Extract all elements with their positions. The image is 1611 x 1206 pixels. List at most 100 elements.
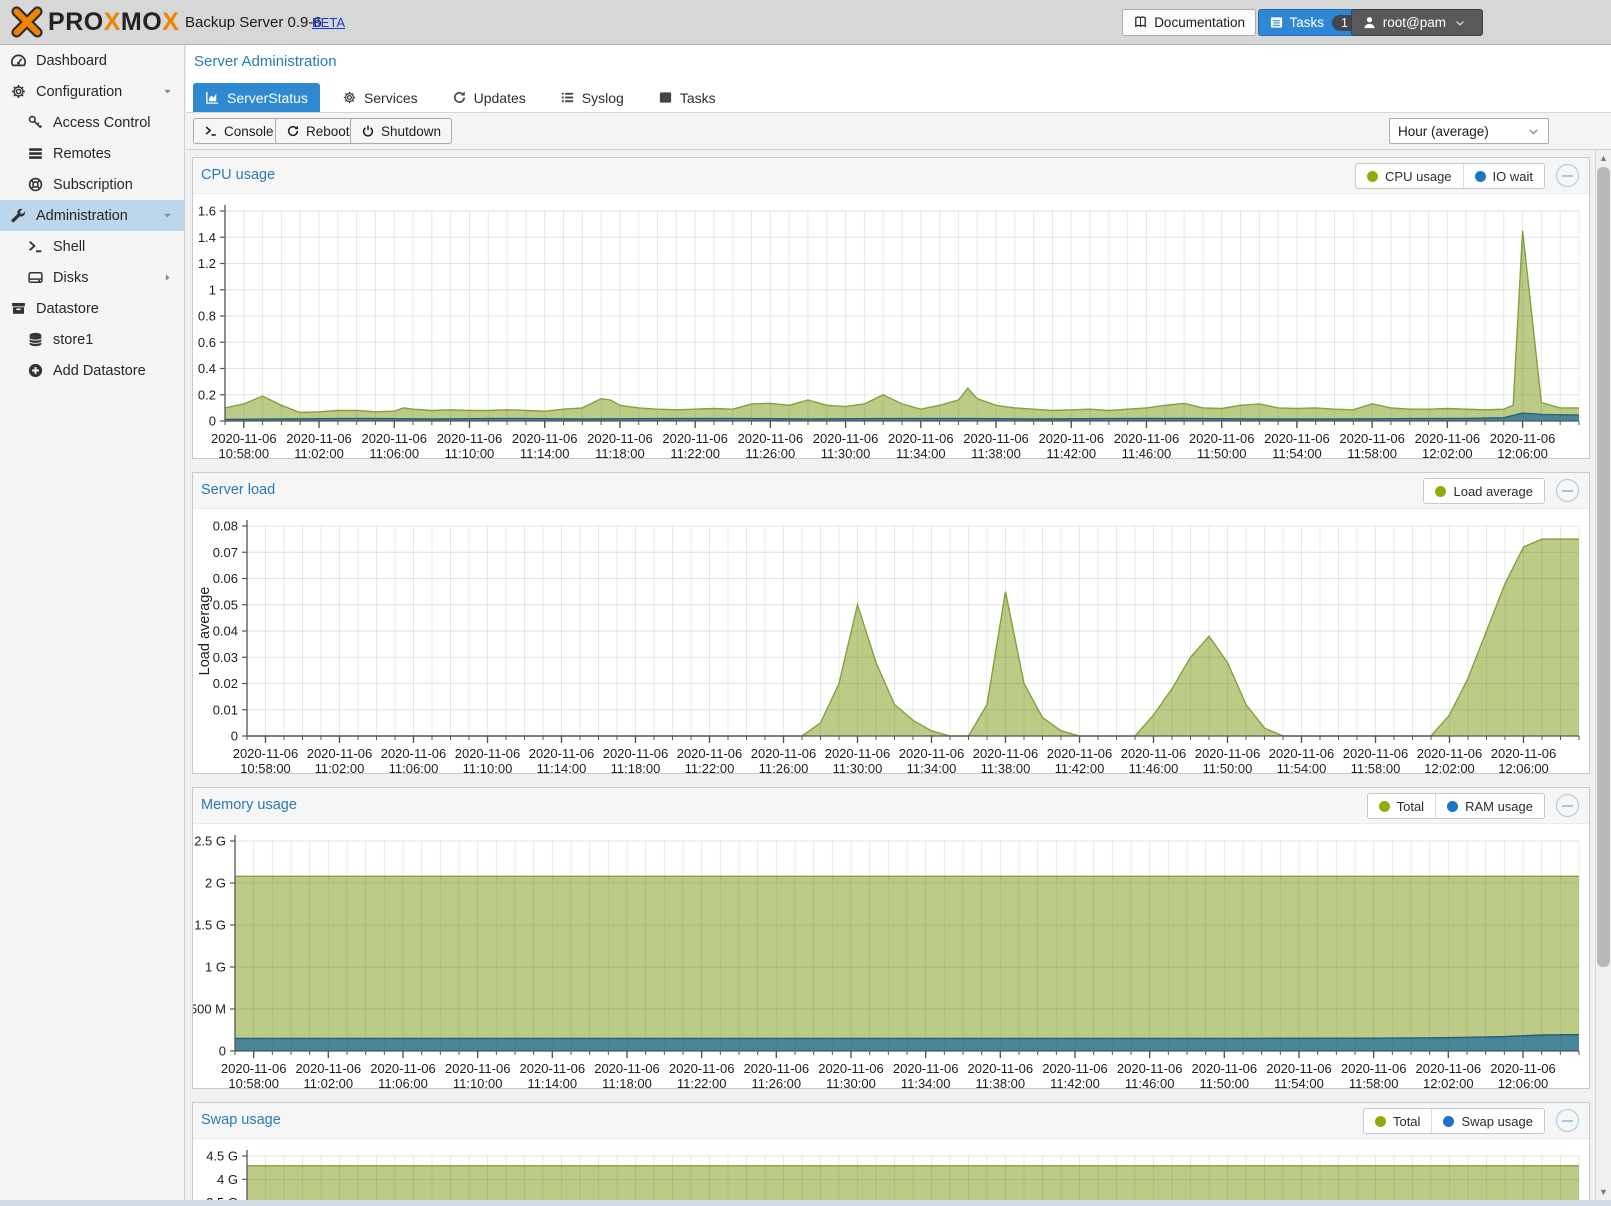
svg-text:11:18:00: 11:18:00 <box>602 1076 652 1088</box>
legend-entry[interactable]: Total <box>1364 1109 1431 1133</box>
svg-text:0.8: 0.8 <box>198 309 216 324</box>
legend-entry[interactable]: Load average <box>1424 479 1544 503</box>
tab-updates[interactable]: Updates <box>440 83 538 112</box>
sidebar-item-dashboard[interactable]: Dashboard <box>0 45 184 76</box>
documentation-button[interactable]: Documentation <box>1122 9 1256 36</box>
svg-text:11:26:00: 11:26:00 <box>752 1076 802 1088</box>
chart-legend: Load average <box>1423 478 1545 504</box>
sidebar-item-label: Shell <box>53 239 85 255</box>
legend-label: Total <box>1397 799 1424 814</box>
legend-entry[interactable]: CPU usage <box>1356 164 1462 188</box>
vertical-scrollbar[interactable]: ▲ ▼ <box>1595 150 1611 1200</box>
svg-text:2020-11-06: 2020-11-06 <box>381 746 447 761</box>
svg-text:11:42:00: 11:42:00 <box>1055 761 1105 773</box>
svg-text:12:06:00: 12:06:00 <box>1498 761 1549 773</box>
legend-entry[interactable]: IO wait <box>1463 164 1544 188</box>
shutdown-button[interactable]: Shutdown <box>350 118 452 144</box>
svg-text:2020-11-06: 2020-11-06 <box>1195 746 1261 761</box>
legend-entry[interactable]: RAM usage <box>1435 794 1544 818</box>
svg-text:11:42:00: 11:42:00 <box>1050 1076 1100 1088</box>
chart-area-icon <box>205 90 227 105</box>
user-menu-button[interactable]: root@pam <box>1351 9 1483 36</box>
svg-text:2020-11-06: 2020-11-06 <box>1038 431 1104 446</box>
legend-label: Swap usage <box>1461 1114 1533 1129</box>
sidebar-item-datastore[interactable]: Datastore <box>0 293 184 324</box>
tab-tasks[interactable]: Tasks <box>646 83 728 112</box>
svg-text:1.6: 1.6 <box>198 204 216 219</box>
scroll-down-arrow[interactable]: ▼ <box>1596 1184 1611 1200</box>
scrollbar-thumb[interactable] <box>1597 167 1610 967</box>
svg-text:2020-11-06: 2020-11-06 <box>1266 1061 1332 1076</box>
sidebar-item-access-control[interactable]: Access Control <box>0 107 184 138</box>
svg-text:11:10:00: 11:10:00 <box>463 761 513 773</box>
svg-text:2020-11-06: 2020-11-06 <box>1417 746 1483 761</box>
svg-text:11:02:00: 11:02:00 <box>294 446 344 458</box>
svg-text:2020-11-06: 2020-11-06 <box>888 431 954 446</box>
svg-text:12:02:00: 12:02:00 <box>1423 1076 1474 1088</box>
tab-services[interactable]: Services <box>330 83 430 112</box>
beta-link[interactable]: BETA <box>312 15 345 30</box>
svg-text:11:58:00: 11:58:00 <box>1351 761 1401 773</box>
console-button[interactable]: Console <box>193 118 285 144</box>
panel-cpu-usage: CPU usage CPU usageIO wait 00.20.40.60.8… <box>192 157 1590 459</box>
svg-text:2020-11-06: 2020-11-06 <box>1490 431 1556 446</box>
svg-text:11:22:00: 11:22:00 <box>685 761 735 773</box>
sidebar-item-administration[interactable]: Administration <box>0 200 184 231</box>
svg-text:2020-11-06: 2020-11-06 <box>361 431 427 446</box>
legend-dot <box>1443 1116 1454 1127</box>
svg-text:11:06:00: 11:06:00 <box>378 1076 428 1088</box>
tab-serverstatus[interactable]: ServerStatus <box>193 83 320 112</box>
reboot-button[interactable]: Reboot <box>275 118 361 144</box>
collapse-panel-icon[interactable] <box>1556 164 1579 187</box>
svg-text:2020-11-06: 2020-11-06 <box>512 431 578 446</box>
book-icon <box>1133 15 1148 30</box>
sidebar-item-label: Datastore <box>36 301 99 317</box>
svg-text:11:50:00: 11:50:00 <box>1200 1076 1250 1088</box>
svg-text:0: 0 <box>231 729 238 744</box>
panel-title: Memory usage <box>201 797 297 813</box>
svg-text:2020-11-06: 2020-11-06 <box>818 1061 884 1076</box>
time-range-select[interactable]: Hour (average) <box>1389 118 1549 144</box>
svg-text:2020-11-06: 2020-11-06 <box>1491 746 1557 761</box>
sidebar-item-configuration[interactable]: Configuration <box>0 76 184 107</box>
svg-text:2020-11-06: 2020-11-06 <box>437 431 503 446</box>
database-icon <box>27 331 44 348</box>
sidebar-item-shell[interactable]: Shell <box>0 231 184 262</box>
scroll-up-arrow[interactable]: ▲ <box>1596 150 1611 166</box>
console-label: Console <box>224 124 274 139</box>
proxmox-logo: PROXMOX <box>10 6 179 38</box>
sidebar-item-store1[interactable]: store1 <box>0 324 184 355</box>
legend-dot <box>1447 801 1458 812</box>
legend-dot <box>1375 1116 1386 1127</box>
collapse-panel-icon[interactable] <box>1556 794 1579 817</box>
legend-entry[interactable]: Total <box>1368 794 1435 818</box>
swap-usage-chart: 0500 M1 G1.5 G2 G2.5 G3 G3.5 G4 G4.5 G20… <box>193 1139 1589 1200</box>
sidebar-item-label: Disks <box>53 270 88 286</box>
svg-text:2020-11-06: 2020-11-06 <box>1121 746 1187 761</box>
svg-text:11:50:00: 11:50:00 <box>1203 761 1253 773</box>
legend-entry[interactable]: Swap usage <box>1431 1109 1544 1133</box>
sidebar-item-label: Access Control <box>53 115 151 131</box>
sidebar-item-add-datastore[interactable]: Add Datastore <box>0 355 184 386</box>
svg-text:2020-11-06: 2020-11-06 <box>296 1061 362 1076</box>
legend-label: Load average <box>1453 484 1533 499</box>
svg-text:0.04: 0.04 <box>213 624 238 639</box>
terminal-icon <box>27 238 44 255</box>
sidebar-item-disks[interactable]: Disks <box>0 262 184 293</box>
svg-text:2020-11-06: 2020-11-06 <box>963 431 1029 446</box>
sidebar-item-subscription[interactable]: Subscription <box>0 169 184 200</box>
svg-text:2020-11-06: 2020-11-06 <box>744 1061 810 1076</box>
legend-label: IO wait <box>1493 169 1533 184</box>
collapse-panel-icon[interactable] <box>1556 1109 1579 1132</box>
key-icon <box>27 114 44 131</box>
collapse-panel-icon[interactable] <box>1556 479 1579 502</box>
svg-text:11:26:00: 11:26:00 <box>759 761 809 773</box>
chart-legend: CPU usage IO wait <box>1355 163 1545 189</box>
svg-text:2020-11-06: 2020-11-06 <box>1490 1061 1556 1076</box>
svg-text:11:54:00: 11:54:00 <box>1272 446 1322 458</box>
tab-syslog[interactable]: Syslog <box>548 83 636 112</box>
sidebar-item-remotes[interactable]: Remotes <box>0 138 184 169</box>
svg-text:11:58:00: 11:58:00 <box>1349 1076 1399 1088</box>
svg-text:2020-11-06: 2020-11-06 <box>455 746 521 761</box>
tab-label: ServerStatus <box>227 90 308 106</box>
